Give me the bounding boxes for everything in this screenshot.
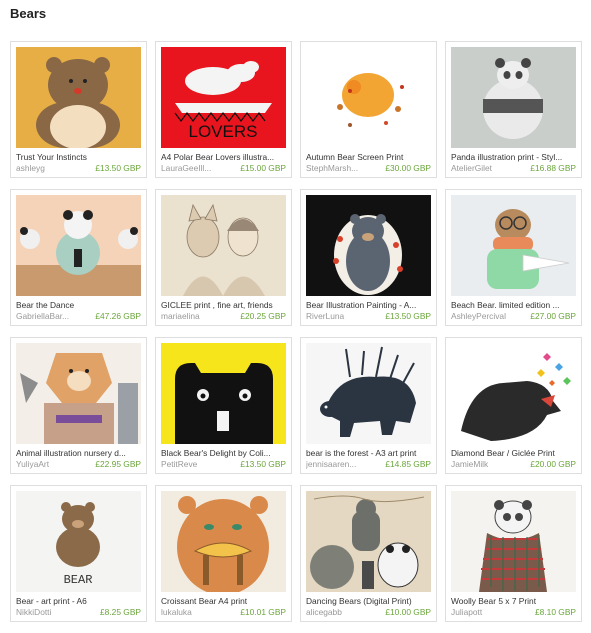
listing-card[interactable]: Diamond Bear / Giclée Print JamieMilk £2… <box>445 337 582 474</box>
listing-card[interactable]: Bear the Dance GabriellaBar... £47.26 GB… <box>10 189 147 326</box>
artwork-bear-text: BEAR <box>64 573 93 587</box>
listing-price: £47.26 GBP <box>95 311 141 321</box>
listing-shop[interactable]: YuliyaArt <box>16 459 86 469</box>
listing-shop[interactable]: AshleyPercival <box>451 311 521 321</box>
listing-shop[interactable]: GabriellaBar... <box>16 311 86 321</box>
listing-title[interactable]: Black Bear's Delight by Coli... <box>161 448 287 458</box>
listing-shop[interactable]: mariaelina <box>161 311 231 321</box>
listing-card[interactable]: Trust Your Instincts ashleyg £13.50 GBP <box>10 41 147 178</box>
listing-image[interactable] <box>16 195 141 296</box>
listing-card[interactable]: BEAR Bear - art print - A6 NikkiDotti £8… <box>10 485 147 622</box>
listing-title[interactable]: GICLEE print , fine art, friends <box>161 300 287 310</box>
listing-image[interactable] <box>306 47 431 148</box>
listing-title[interactable]: bear is the forest - A3 art print <box>306 448 432 458</box>
listing-card[interactable]: Woolly Bear 5 x 7 Print Juliapott £8.10 … <box>445 485 582 622</box>
listing-card[interactable]: LOVERS A4 Polar Bear Lovers illustra... … <box>155 41 292 178</box>
listing-shop[interactable]: JamieMilk <box>451 459 521 469</box>
listing-title[interactable]: Woolly Bear 5 x 7 Print <box>451 596 577 606</box>
listing-shop[interactable]: LauraGeeIll... <box>161 163 231 173</box>
listing-price: £10.01 GBP <box>240 607 286 617</box>
listing-shop[interactable]: ashleyg <box>16 163 86 173</box>
listing-title[interactable]: Animal illustration nursery d... <box>16 448 142 458</box>
listing-grid: Trust Your Instincts ashleyg £13.50 GBP … <box>10 41 582 622</box>
artwork-lovers-text: LOVERS <box>189 122 258 141</box>
listing-title[interactable]: Bear - art print - A6 <box>16 596 142 606</box>
listing-image[interactable] <box>451 47 576 148</box>
listing-image[interactable] <box>16 343 141 444</box>
listing-image[interactable] <box>451 491 576 592</box>
listing-image[interactable] <box>161 343 286 444</box>
listing-card[interactable]: Beach Bear. limited edition ... AshleyPe… <box>445 189 582 326</box>
listing-price: £16.88 GBP <box>530 163 576 173</box>
listing-title[interactable]: Beach Bear. limited edition ... <box>451 300 577 310</box>
listing-card[interactable]: Croissant Bear A4 print lukaluka £10.01 … <box>155 485 292 622</box>
listing-shop[interactable]: NikkiDotti <box>16 607 86 617</box>
listing-title[interactable]: A4 Polar Bear Lovers illustra... <box>161 152 287 162</box>
listing-title[interactable]: Croissant Bear A4 print <box>161 596 287 606</box>
listing-shop[interactable]: StephMarsh... <box>306 163 376 173</box>
listing-card[interactable]: Animal illustration nursery d... YuliyaA… <box>10 337 147 474</box>
listing-price: £13.50 GBP <box>95 163 141 173</box>
listing-title[interactable]: Autumn Bear Screen Print <box>306 152 432 162</box>
listing-shop[interactable]: AtelierGilet <box>451 163 521 173</box>
listing-card[interactable]: Black Bear's Delight by Coli... PetitRev… <box>155 337 292 474</box>
listing-image[interactable] <box>306 343 431 444</box>
listing-shop[interactable]: alicegabb <box>306 607 376 617</box>
listing-image[interactable] <box>306 195 431 296</box>
listing-image[interactable] <box>161 195 286 296</box>
listing-card[interactable]: GICLEE print , fine art, friends mariael… <box>155 189 292 326</box>
listing-title[interactable]: Bear Illustration Painting - A... <box>306 300 432 310</box>
listing-price: £15.00 GBP <box>240 163 286 173</box>
listing-title[interactable]: Diamond Bear / Giclée Print <box>451 448 577 458</box>
listing-image[interactable] <box>451 343 576 444</box>
section-title: Bears <box>10 6 47 21</box>
listing-price: £8.10 GBP <box>535 607 576 617</box>
listing-image[interactable]: BEAR <box>16 491 141 592</box>
listing-shop[interactable]: RiverLuna <box>306 311 376 321</box>
listing-price: £27.00 GBP <box>530 311 576 321</box>
listing-image[interactable]: LOVERS <box>161 47 286 148</box>
listing-title[interactable]: Dancing Bears (Digital Print) <box>306 596 432 606</box>
listing-title[interactable]: Panda illustration print - Styl... <box>451 152 577 162</box>
listing-price: £13.50 GBP <box>240 459 286 469</box>
listing-image[interactable] <box>451 195 576 296</box>
listing-shop[interactable]: PetitReve <box>161 459 231 469</box>
listing-card[interactable]: bear is the forest - A3 art print jennis… <box>300 337 437 474</box>
listing-shop[interactable]: jennisaaren... <box>306 459 376 469</box>
listing-card[interactable]: Autumn Bear Screen Print StephMarsh... £… <box>300 41 437 178</box>
listing-title[interactable]: Bear the Dance <box>16 300 142 310</box>
listing-price: £10.00 GBP <box>385 607 431 617</box>
listing-image[interactable] <box>16 47 141 148</box>
listing-price: £14.85 GBP <box>385 459 431 469</box>
listing-card[interactable]: Bear Illustration Painting - A... RiverL… <box>300 189 437 326</box>
listing-card[interactable]: Dancing Bears (Digital Print) alicegabb … <box>300 485 437 622</box>
listing-price: £13.50 GBP <box>385 311 431 321</box>
listing-price: £8.25 GBP <box>100 607 141 617</box>
listing-price: £20.25 GBP <box>240 311 286 321</box>
listing-shop[interactable]: Juliapott <box>451 607 521 617</box>
listing-title[interactable]: Trust Your Instincts <box>16 152 142 162</box>
listing-price: £30.00 GBP <box>385 163 431 173</box>
listing-image[interactable] <box>306 491 431 592</box>
listing-shop[interactable]: lukaluka <box>161 607 231 617</box>
listing-card[interactable]: Panda illustration print - Styl... Ateli… <box>445 41 582 178</box>
listing-price: £20.00 GBP <box>530 459 576 469</box>
listing-price: £22.95 GBP <box>95 459 141 469</box>
listing-image[interactable] <box>161 491 286 592</box>
